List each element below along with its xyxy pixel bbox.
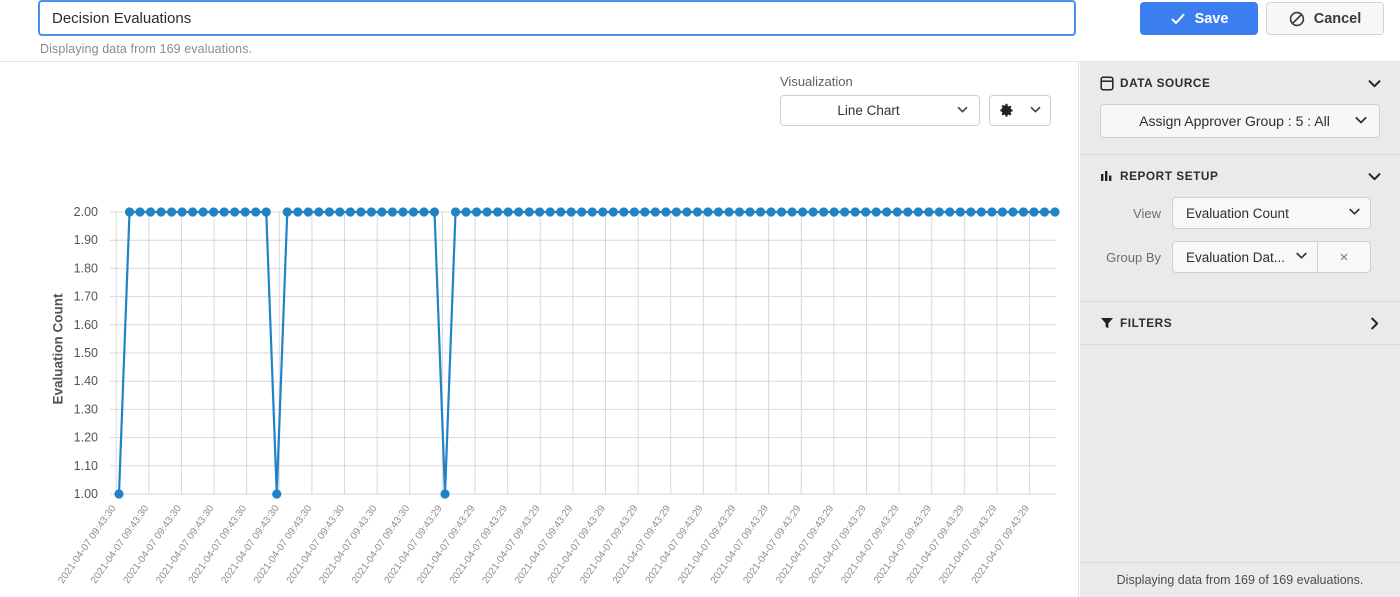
chevron-down-icon xyxy=(1348,205,1361,221)
svg-text:2021-04-07 09:43:30: 2021-04-07 09:43:30 xyxy=(219,503,282,586)
svg-text:2021-04-07 09:43:30: 2021-04-07 09:43:30 xyxy=(350,503,413,586)
database-icon xyxy=(1100,76,1120,91)
close-icon: × xyxy=(1340,249,1349,266)
svg-text:2021-04-07 09:43:30: 2021-04-07 09:43:30 xyxy=(285,503,348,586)
svg-text:2021-04-07 09:43:29: 2021-04-07 09:43:29 xyxy=(383,503,446,586)
svg-text:2021-04-07 09:43:29: 2021-04-07 09:43:29 xyxy=(709,503,772,586)
svg-text:2021-04-07 09:43:29: 2021-04-07 09:43:29 xyxy=(578,503,641,586)
chevron-down-icon xyxy=(1367,76,1382,91)
svg-text:2021-04-07 09:43:30: 2021-04-07 09:43:30 xyxy=(317,503,380,586)
data-source-value: Assign Approver Group : 5 : All xyxy=(1115,113,1354,129)
visualization-type-value: Line Chart xyxy=(795,103,942,118)
svg-text:2021-04-07 09:43:29: 2021-04-07 09:43:29 xyxy=(937,503,1000,586)
sidebar-status-text: Displaying data from 169 of 169 evaluati… xyxy=(1080,562,1400,597)
data-source-body: Assign Approver Group : 5 : All xyxy=(1080,104,1400,154)
report-setup-header[interactable]: REPORT SETUP xyxy=(1080,155,1400,197)
visualization-controls: Visualization Line Chart xyxy=(780,74,1051,126)
svg-text:1.40: 1.40 xyxy=(74,374,98,388)
cancel-button[interactable]: Cancel xyxy=(1266,2,1384,35)
svg-text:2021-04-07 09:43:29: 2021-04-07 09:43:29 xyxy=(546,503,609,586)
report-title-input[interactable] xyxy=(38,0,1076,36)
data-source-select[interactable]: Assign Approver Group : 5 : All xyxy=(1100,104,1380,138)
check-icon xyxy=(1170,11,1186,27)
svg-text:1.50: 1.50 xyxy=(74,346,98,360)
chevron-down-icon xyxy=(956,103,969,119)
svg-text:1.10: 1.10 xyxy=(74,459,98,473)
chart-pane: Visualization Line Chart xyxy=(0,62,1079,597)
chevron-down-icon xyxy=(1354,113,1368,130)
group-by-label: Group By xyxy=(1100,250,1172,265)
cancel-button-label: Cancel xyxy=(1314,11,1362,27)
view-select[interactable]: Evaluation Count xyxy=(1172,197,1371,229)
save-button[interactable]: Save xyxy=(1140,2,1258,35)
svg-text:1.60: 1.60 xyxy=(74,318,98,332)
chart-svg: 1.00 1.10 1.20 1.30 1.40 1.50 1.60 1.70 1.80 1.90… xyxy=(0,124,1079,597)
top-bar: Displaying data from 169 evaluations. Sa… xyxy=(0,0,1400,62)
svg-text:1.30: 1.30 xyxy=(74,402,98,416)
chevron-down-icon xyxy=(1295,249,1308,265)
svg-text:1.90: 1.90 xyxy=(74,233,98,247)
view-label: View xyxy=(1100,206,1172,221)
data-source-header[interactable]: DATA SOURCE xyxy=(1080,62,1400,104)
block-icon xyxy=(1289,11,1305,27)
visualization-type-select[interactable]: Line Chart xyxy=(780,95,980,126)
svg-text:2021-04-07 09:43:29: 2021-04-07 09:43:29 xyxy=(448,503,511,586)
view-field-row: View Evaluation Count xyxy=(1100,197,1382,229)
group-by-clear-button[interactable]: × xyxy=(1318,241,1371,273)
svg-text:2021-04-07 09:43:29: 2021-04-07 09:43:29 xyxy=(839,503,902,586)
filters-header[interactable]: FILTERS xyxy=(1080,302,1400,344)
svg-text:2021-04-07 09:43:30: 2021-04-07 09:43:30 xyxy=(154,503,217,586)
funnel-icon xyxy=(1100,316,1120,330)
report-setup-body: View Evaluation Count Group By Evaluatio… xyxy=(1080,197,1400,301)
filters-section: FILTERS xyxy=(1080,302,1400,345)
group-by-select[interactable]: Evaluation Dat... xyxy=(1172,241,1318,273)
line-chart: Evaluation Count Evaluation Date 1.001.1… xyxy=(0,124,1079,597)
svg-text:1.20: 1.20 xyxy=(74,431,98,445)
top-actions: Save Cancel xyxy=(1140,2,1384,35)
report-title-wrap xyxy=(38,0,1076,36)
svg-text:2021-04-07 09:43:29: 2021-04-07 09:43:29 xyxy=(970,503,1033,586)
gear-icon xyxy=(999,103,1014,118)
svg-text:2021-04-07 09:43:29: 2021-04-07 09:43:29 xyxy=(741,503,804,586)
svg-text:2021-04-07 09:43:30: 2021-04-07 09:43:30 xyxy=(122,503,185,586)
visualization-label: Visualization xyxy=(780,74,1051,89)
svg-text:2021-04-07 09:43:29: 2021-04-07 09:43:29 xyxy=(513,503,576,586)
svg-text:2021-04-07 09:43:29: 2021-04-07 09:43:29 xyxy=(905,503,968,586)
svg-text:2.00: 2.00 xyxy=(74,205,98,219)
report-setup-section: REPORT SETUP View Evaluation Count xyxy=(1080,155,1400,302)
chevron-down-icon xyxy=(1029,103,1042,119)
bar-chart-icon xyxy=(1100,169,1120,183)
svg-text:2021-04-07 09:43:30: 2021-04-07 09:43:30 xyxy=(252,503,315,586)
svg-text:2021-04-07 09:43:30: 2021-04-07 09:43:30 xyxy=(56,503,119,586)
save-button-label: Save xyxy=(1195,11,1229,27)
report-subtitle: Displaying data from 169 evaluations. xyxy=(40,42,252,56)
view-value: Evaluation Count xyxy=(1186,206,1289,221)
chevron-right-icon xyxy=(1367,316,1382,331)
svg-text:1.70: 1.70 xyxy=(74,290,98,304)
data-source-section: DATA SOURCE Assign Approver Group : 5 : … xyxy=(1080,62,1400,155)
report-setup-title: REPORT SETUP xyxy=(1120,169,1367,183)
svg-text:2021-04-07 09:43:29: 2021-04-07 09:43:29 xyxy=(415,503,478,586)
svg-text:2021-04-07 09:43:29: 2021-04-07 09:43:29 xyxy=(872,503,935,586)
svg-text:2021-04-07 09:43:30: 2021-04-07 09:43:30 xyxy=(187,503,250,586)
right-sidebar: DATA SOURCE Assign Approver Group : 5 : … xyxy=(1080,62,1400,597)
filters-title: FILTERS xyxy=(1120,316,1367,330)
svg-text:2021-04-07 09:43:29: 2021-04-07 09:43:29 xyxy=(480,503,543,586)
data-source-title: DATA SOURCE xyxy=(1120,76,1367,90)
svg-text:2021-04-07 09:43:29: 2021-04-07 09:43:29 xyxy=(644,503,707,586)
svg-text:2021-04-07 09:43:29: 2021-04-07 09:43:29 xyxy=(774,503,837,586)
svg-text:2021-04-07 09:43:29: 2021-04-07 09:43:29 xyxy=(611,503,674,586)
group-by-field-row: Group By Evaluation Dat... × xyxy=(1100,241,1382,273)
svg-text:2021-04-07 09:43:30: 2021-04-07 09:43:30 xyxy=(89,503,152,586)
svg-text:1.00: 1.00 xyxy=(74,487,98,501)
svg-text:2021-04-07 09:43:29: 2021-04-07 09:43:29 xyxy=(676,503,739,586)
group-by-value: Evaluation Dat... xyxy=(1186,250,1285,265)
svg-text:2021-04-07 09:43:29: 2021-04-07 09:43:29 xyxy=(807,503,870,586)
svg-text:1.80: 1.80 xyxy=(74,261,98,275)
report-builder-screen: Displaying data from 169 evaluations. Sa… xyxy=(0,0,1400,597)
chart-settings-button[interactable] xyxy=(989,95,1051,126)
chevron-down-icon xyxy=(1367,169,1382,184)
